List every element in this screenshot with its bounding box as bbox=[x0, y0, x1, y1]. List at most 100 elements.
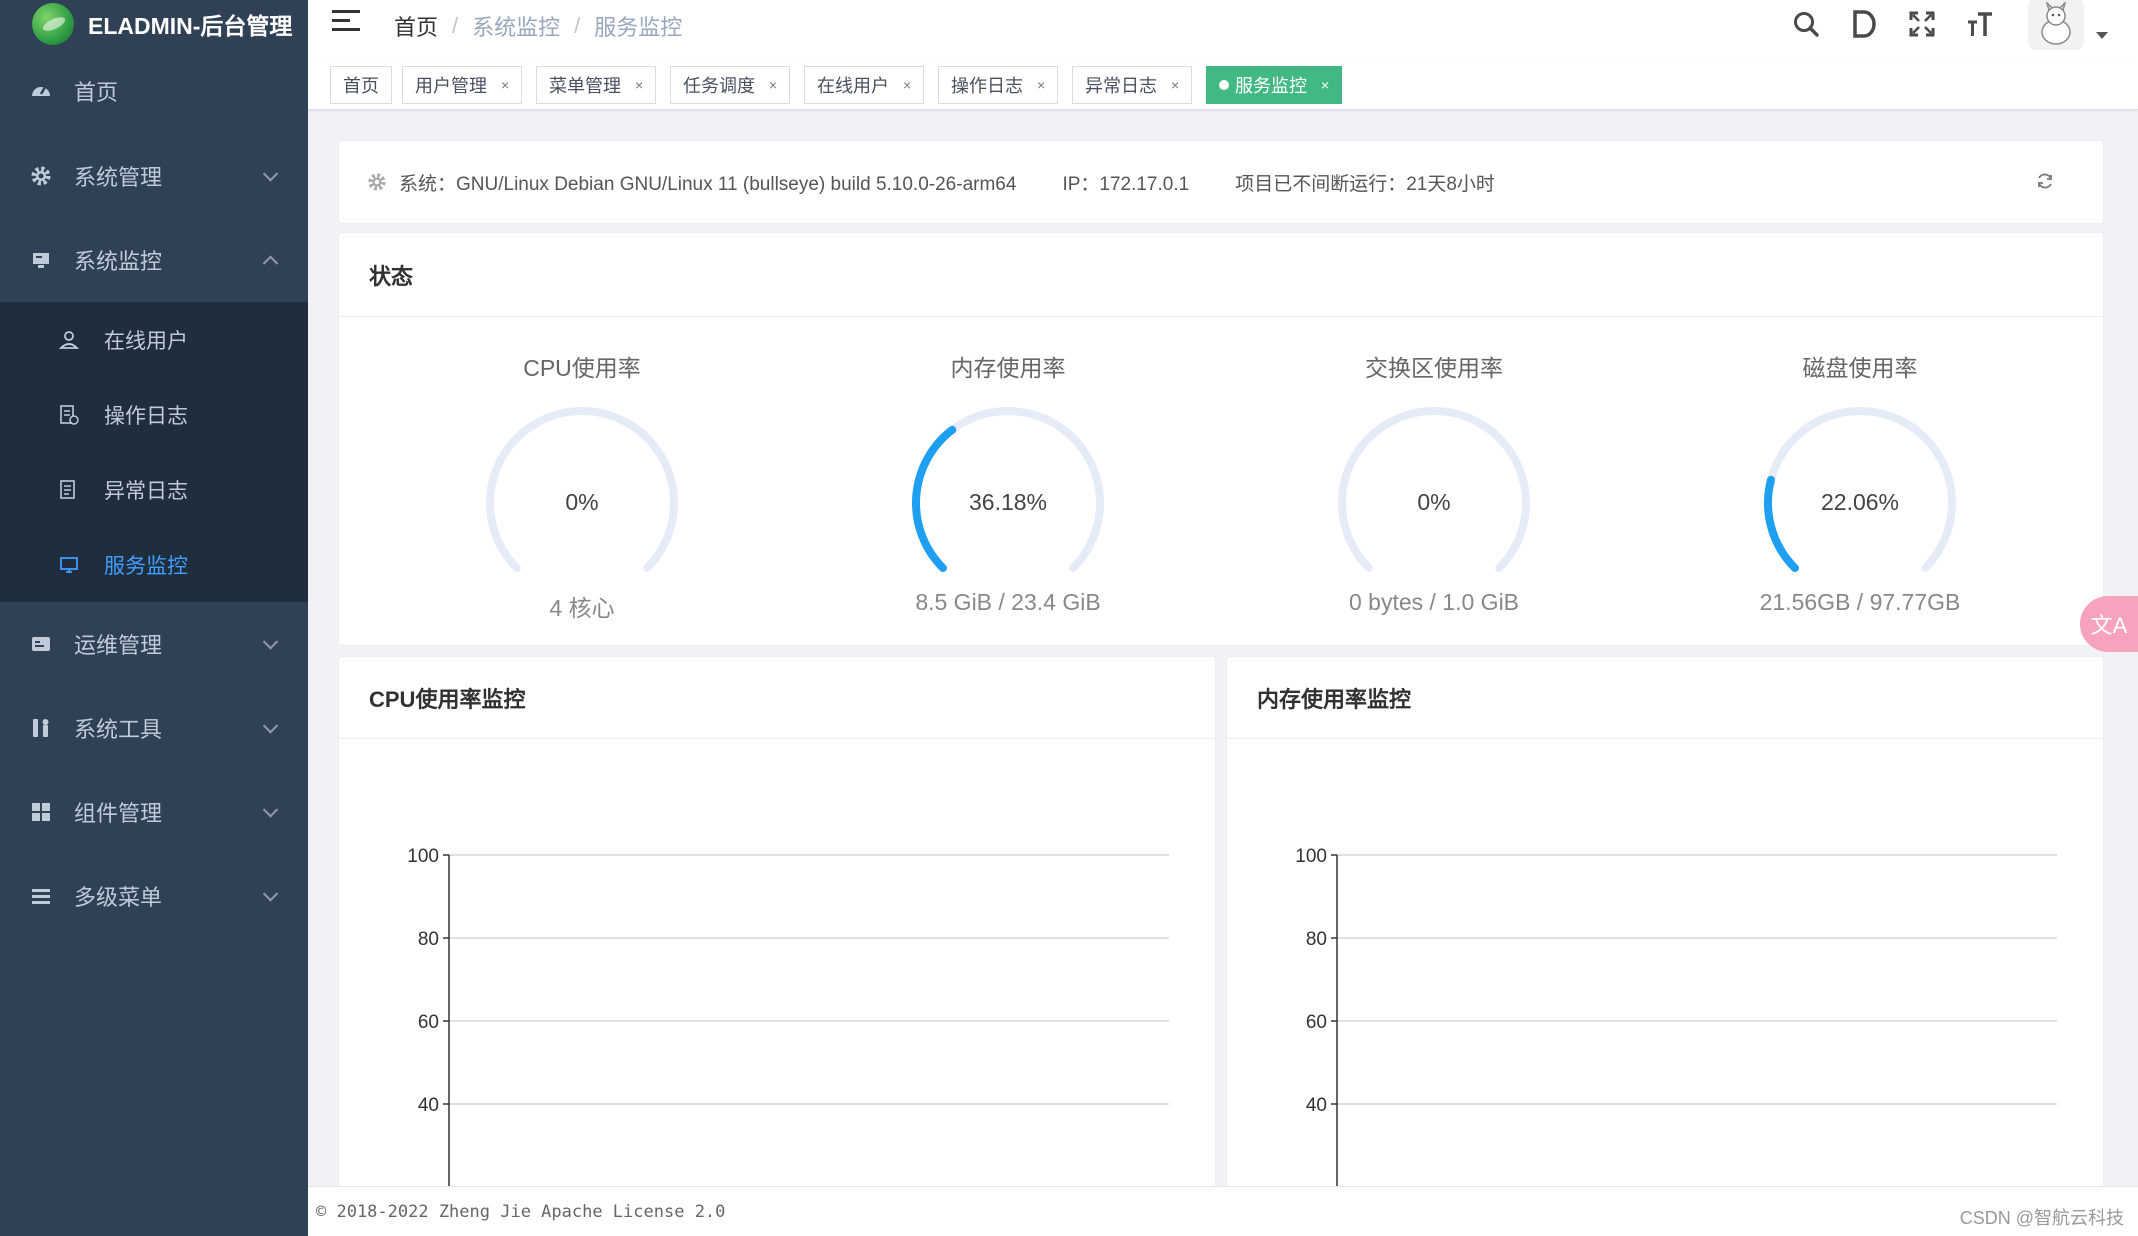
tag-online-users[interactable]: 在线用户 × bbox=[804, 66, 925, 104]
system-uptime: 项目已不间断运行：21天8小时 bbox=[1235, 173, 1495, 195]
y-tick-label: 60 bbox=[1306, 1012, 1327, 1033]
online-user-icon bbox=[58, 329, 80, 351]
gauge-sub: 8.5 GiB / 23.4 GiB bbox=[915, 589, 1101, 615]
gauge-dial: 0% bbox=[486, 407, 678, 573]
server-icon bbox=[58, 554, 80, 576]
gauge-title: 磁盘使用率 bbox=[1802, 355, 1918, 381]
tag-label: 服务监控 bbox=[1235, 76, 1307, 96]
hamburger-icon[interactable] bbox=[332, 10, 360, 36]
doc-icon[interactable] bbox=[1848, 8, 1880, 40]
gauge-value: 36.18% bbox=[969, 489, 1047, 515]
caret-down-icon[interactable] bbox=[2096, 31, 2108, 39]
chart-title: 内存使用率监控 bbox=[1227, 657, 2103, 739]
avatar[interactable] bbox=[2028, 0, 2084, 50]
sidebar-item-label: 运维管理 bbox=[74, 633, 163, 658]
font-size-icon[interactable] bbox=[1964, 8, 1996, 40]
error-log-icon bbox=[58, 479, 80, 501]
tag-label: 首页 bbox=[343, 76, 379, 96]
components-icon bbox=[30, 801, 52, 823]
y-tick-label: 80 bbox=[418, 929, 439, 950]
close-icon[interactable]: × bbox=[769, 77, 777, 93]
app-logo[interactable]: ELADMIN-后台管理 bbox=[0, 0, 308, 48]
close-icon[interactable]: × bbox=[1171, 77, 1179, 93]
close-icon[interactable]: × bbox=[1037, 77, 1045, 93]
sidebar-item-server-monitor[interactable]: 服务监控 bbox=[0, 527, 308, 602]
refresh-icon[interactable] bbox=[2035, 171, 2055, 197]
tag-label: 异常日志 bbox=[1085, 76, 1157, 96]
gauge-title: 交换区使用率 bbox=[1365, 355, 1503, 381]
y-tick-label: 40 bbox=[1306, 1095, 1327, 1116]
sidebar-item-system[interactable]: 系统管理 bbox=[0, 134, 308, 218]
gauge-value: 22.06% bbox=[1821, 489, 1899, 515]
y-tick-label: 100 bbox=[1295, 846, 1327, 867]
breadcrumb-current: 服务监控 bbox=[594, 15, 683, 40]
sidebar-item-home[interactable]: 首页 bbox=[0, 48, 308, 134]
sidebar-item-error-log[interactable]: 异常日志 bbox=[0, 452, 308, 527]
sidebar-item-label: 操作日志 bbox=[104, 404, 188, 428]
search-icon[interactable] bbox=[1790, 8, 1822, 40]
sidebar-item-tools[interactable]: 系统工具 bbox=[0, 686, 308, 770]
sidebar-item-ops[interactable]: 运维管理 bbox=[0, 602, 308, 686]
monitor-icon bbox=[30, 249, 52, 271]
breadcrumb-monitor[interactable]: 系统监控 bbox=[472, 10, 560, 42]
sidebar-item-label: 异常日志 bbox=[104, 479, 188, 503]
y-tick-label: 80 bbox=[1306, 929, 1327, 950]
gauge-sub: 4 核心 bbox=[549, 595, 615, 621]
log-icon bbox=[58, 404, 80, 426]
sidebar-item-label: 服务监控 bbox=[104, 554, 188, 578]
gauge-value: 0% bbox=[565, 489, 598, 515]
gauge-title: 内存使用率 bbox=[950, 355, 1066, 381]
logo-icon bbox=[32, 3, 74, 45]
footer-text: © 2018-2022 Zheng Jie Apache License 2.0 bbox=[316, 1201, 726, 1222]
gauge-dial: 22.06% bbox=[1764, 407, 1956, 573]
tag-user-management[interactable]: 用户管理 × bbox=[402, 66, 523, 104]
tag-job-scheduling[interactable]: 任务调度 × bbox=[670, 66, 791, 104]
sidebar-item-label: 多级菜单 bbox=[74, 885, 163, 910]
chevron-down-icon bbox=[262, 886, 279, 902]
cpu-chart-card: CPU使用率监控 100 80 60 40 bbox=[338, 656, 1216, 1236]
translate-button[interactable]: 文A bbox=[2080, 596, 2138, 652]
app-title: ELADMIN-后台管理 bbox=[88, 13, 293, 39]
sidebar: ELADMIN-后台管理 首页 系统管理 系统监控 在线用户 操作日志 异常日志… bbox=[0, 0, 308, 1236]
sidebar-item-online-users[interactable]: 在线用户 bbox=[0, 302, 308, 377]
sidebar-item-components[interactable]: 组件管理 bbox=[0, 770, 308, 854]
fullscreen-icon[interactable] bbox=[1906, 8, 1938, 40]
y-tick-label: 100 bbox=[407, 846, 439, 867]
memory-chart-card: 内存使用率监控 100 80 60 40 bbox=[1226, 656, 2104, 1236]
tag-menu-management[interactable]: 菜单管理 × bbox=[536, 66, 657, 104]
gauge-dial: 36.18% bbox=[912, 407, 1104, 573]
breadcrumb-home[interactable]: 首页 bbox=[394, 10, 438, 42]
gauges: CPU使用率 0% 4 核心 内存使用率 36.18% 8.5 GiB / 23… bbox=[339, 317, 2103, 647]
active-dot-icon bbox=[1219, 80, 1229, 90]
tag-label: 菜单管理 bbox=[549, 76, 621, 96]
tag-error-log[interactable]: 异常日志 × bbox=[1072, 66, 1193, 104]
close-icon[interactable]: × bbox=[1321, 77, 1329, 93]
tag-label: 在线用户 bbox=[817, 76, 889, 96]
sidebar-item-label: 首页 bbox=[74, 80, 119, 105]
tag-operation-log[interactable]: 操作日志 × bbox=[938, 66, 1059, 104]
gauge-memory: 内存使用率 36.18% 8.5 GiB / 23.4 GiB bbox=[858, 317, 1158, 616]
chevron-down-icon bbox=[262, 802, 279, 818]
close-icon[interactable]: × bbox=[501, 77, 509, 93]
memory-chart: 100 80 60 40 bbox=[1295, 846, 2057, 1235]
chevron-up-icon bbox=[262, 255, 279, 272]
gauge-sub: 21.56GB / 97.77GB bbox=[1759, 589, 1961, 615]
gauge-sub: 0 bytes / 1.0 GiB bbox=[1348, 589, 1520, 615]
status-title: 状态 bbox=[339, 233, 2103, 317]
cpu-chart: 100 80 60 40 bbox=[407, 846, 1169, 1235]
sidebar-item-operation-log[interactable]: 操作日志 bbox=[0, 377, 308, 452]
gauge-dial: 0% bbox=[1338, 407, 1530, 573]
tag-home[interactable]: 首页 bbox=[330, 66, 392, 104]
sidebar-item-monitor[interactable]: 系统监控 bbox=[0, 218, 308, 302]
sidebar-item-label: 系统管理 bbox=[74, 165, 163, 190]
tag-server-monitor[interactable]: 服务监控 × bbox=[1206, 66, 1343, 104]
gauge-value: 0% bbox=[1417, 489, 1450, 515]
breadcrumb: 首页 / 系统监控 / 服务监控 bbox=[394, 10, 682, 42]
close-icon[interactable]: × bbox=[903, 77, 911, 93]
navbar: 首页 / 系统监控 / 服务监控 bbox=[308, 0, 2138, 62]
sidebar-item-multilevel[interactable]: 多级菜单 bbox=[0, 854, 308, 938]
sidebar-item-label: 系统监控 bbox=[74, 249, 163, 274]
menu-icon bbox=[30, 885, 52, 907]
close-icon[interactable]: × bbox=[635, 77, 643, 93]
sidebar-item-label: 在线用户 bbox=[104, 329, 188, 353]
